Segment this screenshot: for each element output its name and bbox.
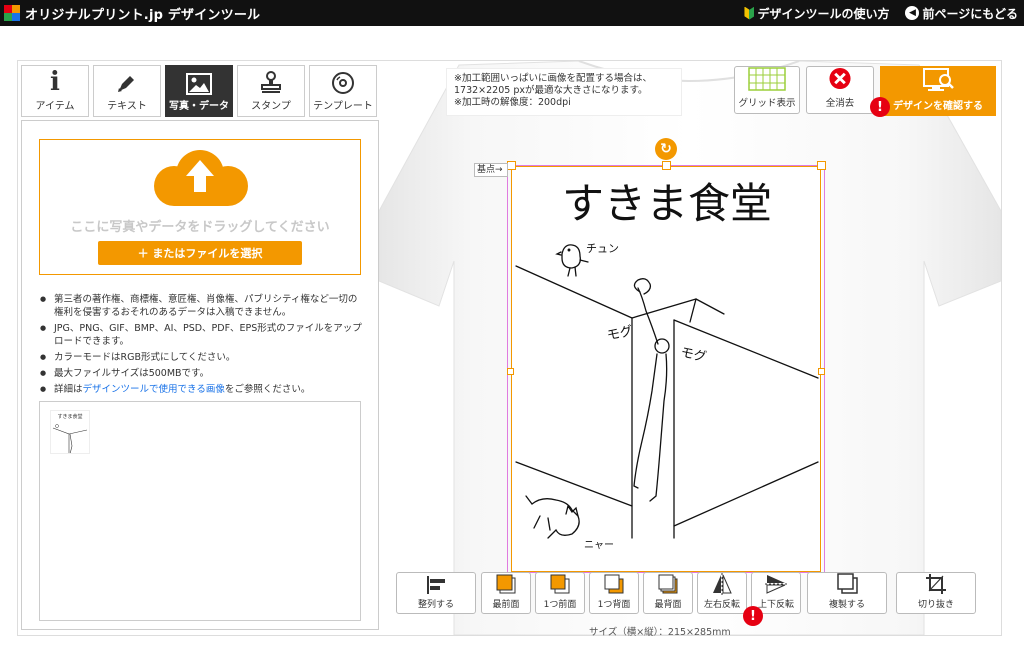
tab-photo-data[interactable]: 写真・データ	[165, 65, 233, 117]
resize-handle-left[interactable]	[507, 368, 514, 375]
align-icon	[427, 576, 445, 594]
tab-stamp[interactable]: スタンプ	[237, 65, 305, 117]
photo-data-panel: ここに写真やデータをドラッグしてください ＋ またはファイルを選択 第三者の著作…	[21, 120, 379, 630]
align-button[interactable]: 整列する	[396, 572, 476, 614]
tab-template[interactable]: テンプレート	[309, 65, 377, 117]
tab-text[interactable]: テキスト	[93, 65, 161, 117]
image-icon	[186, 73, 212, 95]
pen-icon	[118, 76, 134, 92]
tab-label: テンプレート	[313, 101, 373, 112]
send-backward-label: 1つ背面	[597, 600, 631, 610]
bring-to-front-button[interactable]: 最前面	[481, 572, 531, 614]
duplicate-label: 複製する	[828, 600, 865, 610]
rotate-handle-icon[interactable]: ↻	[655, 138, 677, 160]
info-line-1: ※加工範囲いっぱいに画像を配置する場合は、	[454, 73, 652, 84]
send-backward-icon	[604, 574, 624, 594]
confirm-design-button[interactable]: デザインを確認する	[880, 66, 996, 116]
print-info-box: ※加工範囲いっぱいに画像を配置する場合は、 1732×2205 pxが最適な大き…	[446, 68, 682, 116]
send-back-label: 最背面	[654, 600, 682, 610]
bring-front-icon	[496, 574, 516, 594]
duplicate-button[interactable]: 複製する	[807, 572, 887, 614]
grid-icon	[748, 67, 786, 91]
back-arrow-icon: ◀	[905, 6, 920, 20]
flip-horizontal-button[interactable]: 左右反転	[697, 572, 747, 614]
note-copyright: 第三者の著作権、商標権、意匠権、肖像権、パブリシティ権など一切の権利を侵害するお…	[40, 293, 362, 319]
align-label: 整列する	[417, 600, 454, 610]
send-backward-button[interactable]: 1つ背面	[589, 572, 639, 614]
top-bar: オリジナルプリント.jp デザインツール デザインツールの使い方 ◀ 前ページに…	[0, 0, 1024, 26]
resize-handle-right[interactable]	[818, 368, 825, 375]
grid-button[interactable]: グリッド表示	[734, 66, 800, 114]
tab-item[interactable]: i アイテム	[21, 65, 89, 117]
thumb-title: すきま食堂	[57, 414, 83, 420]
tab-label: 写真・データ	[169, 101, 229, 112]
bring-forward-button[interactable]: 1つ前面	[535, 572, 585, 614]
bring-front-label: 最前面	[492, 600, 520, 610]
cloud-upload-icon	[154, 150, 248, 206]
upload-dropzone[interactable]: ここに写真やデータをドラッグしてください ＋ またはファイルを選択	[39, 139, 361, 275]
tab-label: スタンプ	[251, 101, 291, 112]
alert-icon-flip: !	[743, 606, 763, 626]
resize-handle-top[interactable]	[662, 161, 671, 170]
note-colormode: カラーモードはRGB形式にしてください。	[40, 351, 362, 364]
crop-button[interactable]: 切り抜き	[896, 572, 976, 614]
stamp-icon	[261, 71, 281, 93]
confirm-design-label: デザインを確認する	[893, 101, 983, 112]
resize-handle-top-right[interactable]	[817, 161, 826, 170]
bring-forward-icon	[550, 574, 570, 594]
origin-label: 基点→	[474, 163, 508, 177]
drop-instruction: ここに写真やデータをドラッグしてください	[70, 220, 330, 235]
crop-icon	[926, 574, 946, 594]
note-formats: JPG、PNG、GIF、BMP、AI、PSD、PDF、EPS形式のファイルをアッ…	[40, 322, 362, 348]
logo-cube-icon	[4, 5, 20, 21]
disc-icon	[332, 72, 354, 94]
info-line-3: ※加工時の解像度：200dpi	[454, 97, 571, 108]
resize-handle-top-left[interactable]	[507, 161, 516, 170]
grid-button-label: グリッド表示	[738, 98, 796, 109]
tab-label: テキスト	[107, 101, 147, 112]
logo[interactable]: オリジナルプリント.jp デザインツール	[4, 4, 260, 23]
duplicate-icon	[837, 573, 858, 594]
flip-horizontal-icon	[713, 573, 732, 595]
note-details: 詳細はデザインツールで使用できる画像をご参照ください。	[40, 383, 362, 396]
flip-vertical-label: 上下反転	[757, 600, 794, 610]
select-file-button[interactable]: ＋ またはファイルを選択	[98, 241, 302, 265]
send-to-back-button[interactable]: 最背面	[643, 572, 693, 614]
close-icon	[829, 67, 851, 90]
tool-tabs: i アイテム テキスト 写真・データ スタンプ テンプレート	[21, 65, 377, 117]
send-back-icon	[658, 574, 678, 594]
monitor-search-icon	[923, 68, 954, 91]
clear-all-label: 全消去	[825, 98, 855, 109]
size-readout: サイズ（横×縦）：215×285mm	[589, 627, 731, 638]
selection-box	[511, 166, 821, 572]
alert-icon: !	[870, 97, 890, 117]
info-icon: i	[50, 67, 60, 97]
tab-label: アイテム	[35, 101, 75, 112]
back-link[interactable]: ◀ 前ページにもどる	[905, 5, 1018, 22]
upload-notes: 第三者の著作権、商標権、意匠権、肖像権、パブリシティ権など一切の権利を侵害するお…	[40, 293, 362, 399]
flip-vertical-icon	[765, 575, 787, 594]
usable-images-link[interactable]: デザインツールで使用できる画像	[83, 384, 225, 395]
flip-horizontal-label: 左右反転	[703, 600, 740, 610]
clear-all-button[interactable]: 全消去	[806, 66, 874, 114]
info-line-2: 1732×2205 pxが最適な大きさになります。	[454, 85, 648, 96]
uploaded-images-area: すきま食堂	[39, 401, 361, 621]
guide-link[interactable]: デザインツールの使い方	[744, 5, 889, 22]
back-link-label: 前ページにもどる	[922, 6, 1018, 21]
logo-text: オリジナルプリント.jp デザインツール	[25, 7, 261, 23]
guide-link-label: デザインツールの使い方	[757, 6, 890, 21]
note-filesize: 最大ファイルサイズは500MBです。	[40, 367, 362, 380]
uploaded-image-thumbnail[interactable]: すきま食堂	[50, 410, 90, 454]
bring-forward-label: 1つ前面	[543, 600, 577, 610]
crop-label: 切り抜き	[917, 600, 954, 610]
beginner-mark-icon	[744, 6, 755, 20]
thumb-drawing-icon	[52, 424, 88, 453]
